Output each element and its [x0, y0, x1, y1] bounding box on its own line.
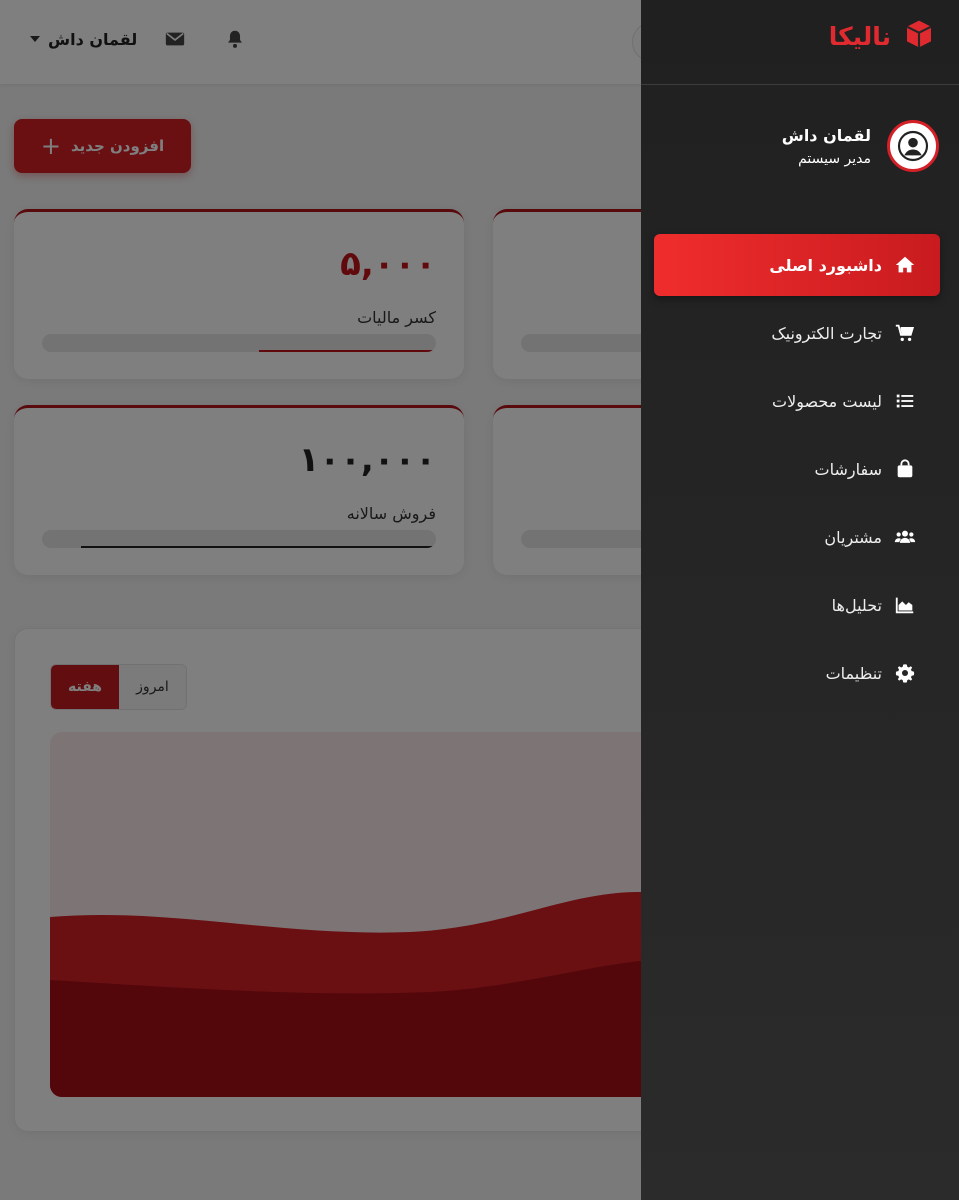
sidebar-item-customers[interactable]: مشتریان [654, 506, 940, 568]
brand-name: نالیکا [828, 21, 891, 51]
sidebar-item-orders[interactable]: سفارشات [654, 438, 940, 500]
profile: لقمان داش مدیر سیستم [782, 120, 939, 172]
sidebar-item-label: تحلیل‌ها [831, 595, 882, 615]
list-icon [894, 390, 916, 412]
cube-icon [903, 18, 935, 54]
sidebar-item-label: لیست محصولات [772, 391, 882, 411]
divider [641, 84, 959, 85]
sidebar-item-label: مشتریان [824, 527, 882, 547]
sidebar-item-products[interactable]: لیست محصولات [654, 370, 940, 432]
profile-role: مدیر سیستم [798, 150, 871, 167]
sidebar-item-settings[interactable]: تنظیمات [654, 642, 940, 704]
sidebar-item-label: تجارت الکترونیک [771, 323, 882, 343]
sidebar-item-ecommerce[interactable]: تجارت الکترونیک [654, 302, 940, 364]
sidebar: نالیکا لقمان داش مدیر سیستم داشبورد اصلی… [641, 0, 959, 1200]
profile-name: لقمان داش [781, 125, 871, 145]
cart-icon [894, 322, 916, 344]
sidebar-item-dashboard[interactable]: داشبورد اصلی [654, 234, 940, 296]
sidebar-item-analytics[interactable]: تحلیل‌ها [654, 574, 940, 636]
sidebar-nav: داشبورد اصلی تجارت الکترونیک لیست محصولا… [654, 234, 940, 710]
users-icon [894, 526, 916, 548]
user-circle-icon [897, 130, 929, 162]
sidebar-item-label: داشبورد اصلی [769, 255, 882, 275]
sidebar-item-label: تنظیمات [825, 663, 882, 683]
brand[interactable]: نالیکا [829, 18, 935, 54]
bag-icon [894, 458, 916, 480]
avatar [887, 120, 939, 172]
area-chart-icon [894, 594, 916, 616]
home-icon [894, 254, 916, 276]
gear-icon [894, 662, 916, 684]
sidebar-item-label: سفارشات [814, 459, 882, 479]
